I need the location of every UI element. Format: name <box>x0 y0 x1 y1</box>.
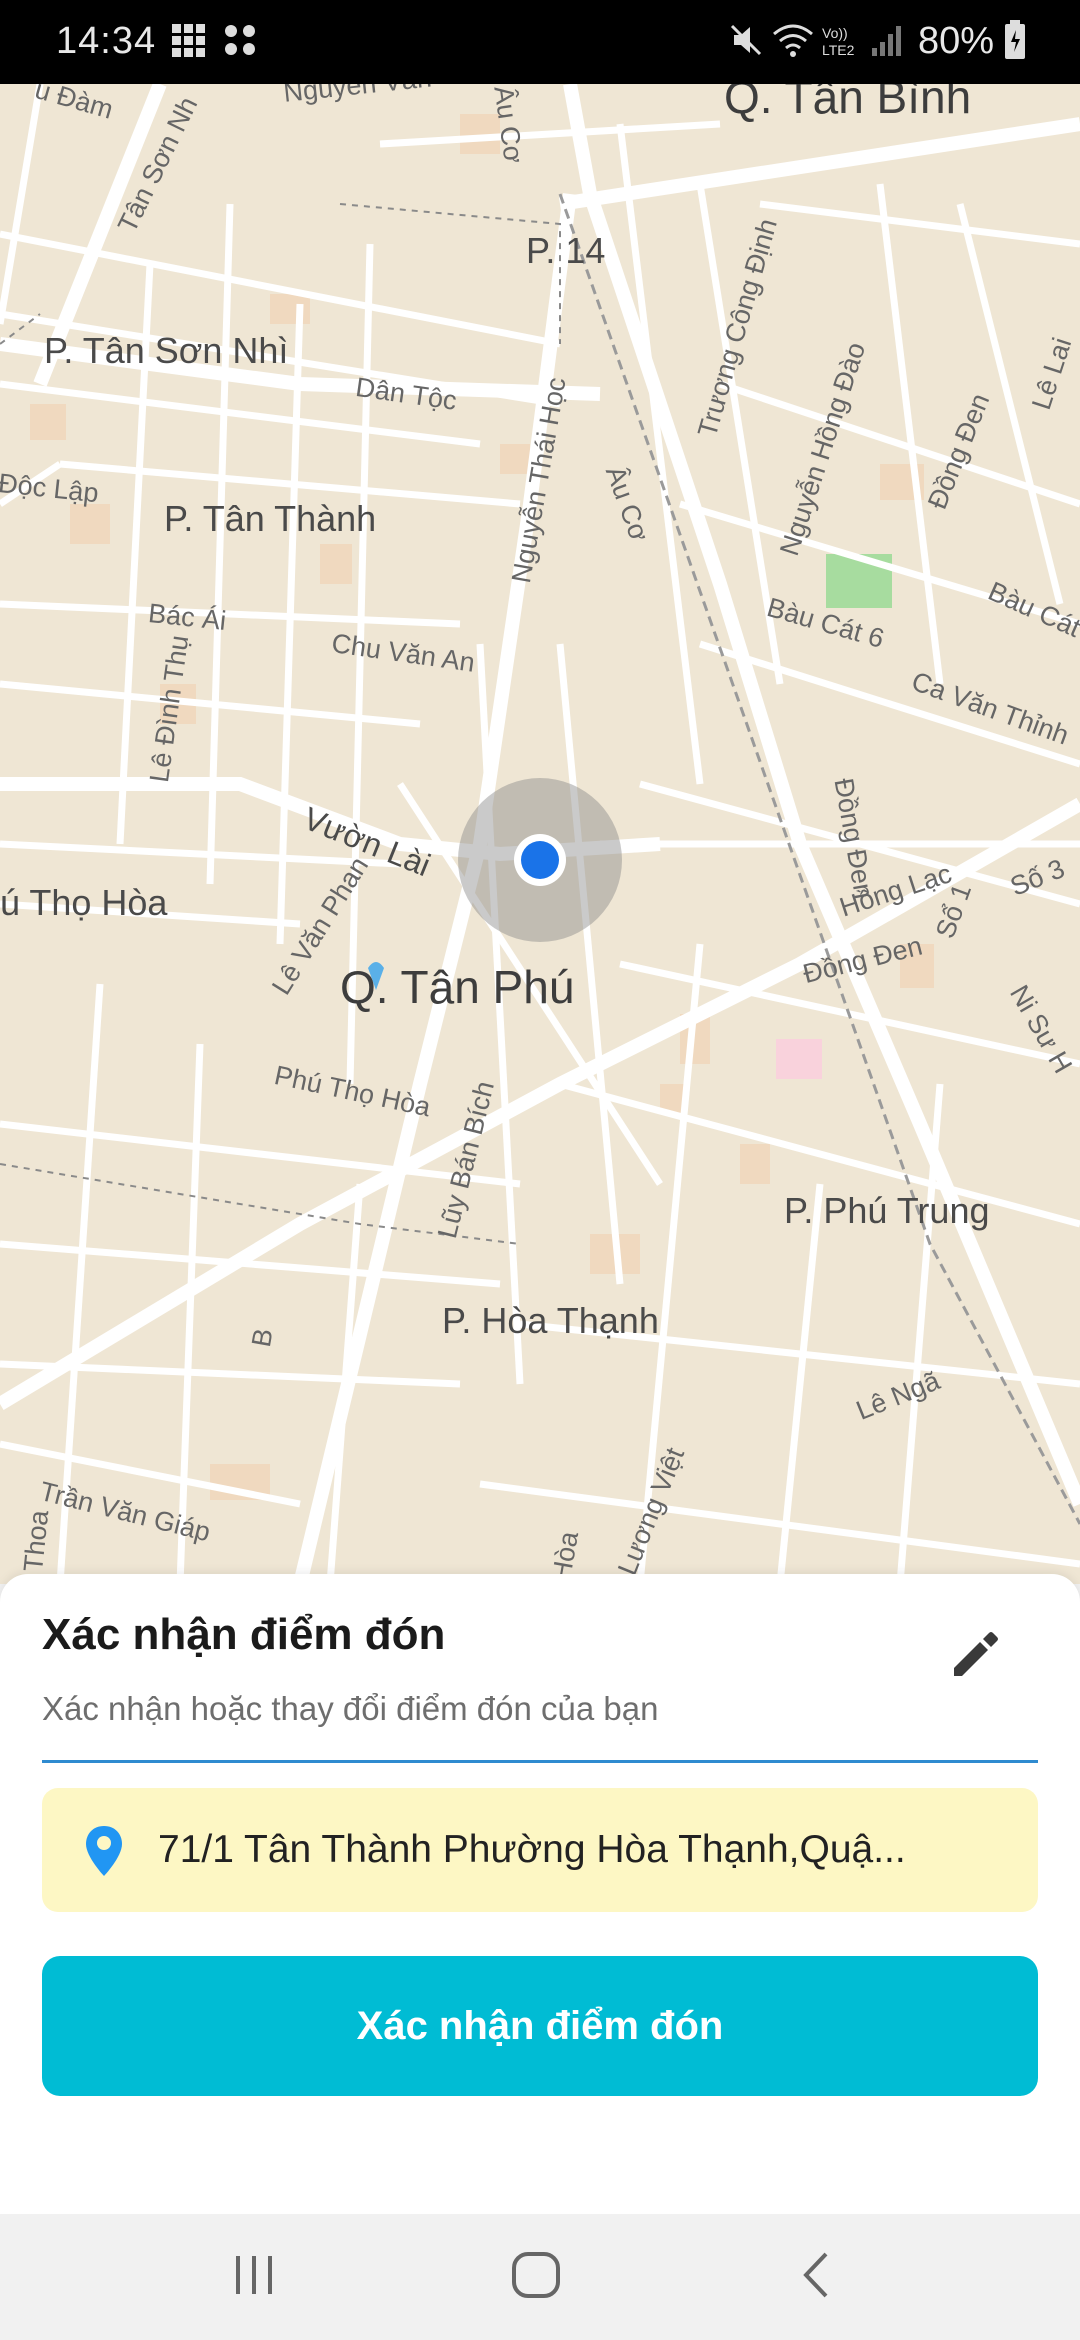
location-pin-icon <box>86 1826 122 1876</box>
svg-text:Vo)): Vo)) <box>822 25 848 41</box>
area-label: P. Tân Sơn Nhì <box>44 330 289 371</box>
area-label: P. Phú Trung <box>784 1190 990 1231</box>
four-dots-icon <box>225 25 255 55</box>
status-bar: 14:34 Vo)) LTE2 80% <box>0 0 1080 84</box>
wifi-icon <box>773 24 813 57</box>
map-streets <box>0 84 1080 1584</box>
district-label: Q. Tân Phú <box>340 961 575 1013</box>
district-label: Q. Tân Bình <box>724 84 972 123</box>
map-view[interactable]: Q. Tân Bình Q. Tân Phú P. 14 P. Tân Sơn … <box>0 84 1080 1584</box>
area-label: P. 14 <box>526 230 606 271</box>
grid-icon <box>172 24 205 57</box>
signal-icon <box>872 26 901 56</box>
pickup-confirm-sheet: Xác nhận điểm đón Xác nhận hoặc thay đổi… <box>0 1574 1080 2214</box>
home-icon[interactable] <box>510 2250 562 2300</box>
sheet-title: Xác nhận điểm đón <box>42 1610 446 1659</box>
sheet-divider <box>42 1760 1038 1763</box>
confirm-pickup-button[interactable]: Xác nhận điểm đón <box>42 1956 1038 2096</box>
pickup-address-field[interactable]: 71/1 Tân Thành Phường Hòa Thạnh,Quậ... <box>42 1788 1038 1912</box>
current-location-marker <box>521 841 559 879</box>
status-time: 14:34 <box>56 20 157 62</box>
street-label: Thoa <box>18 1508 55 1574</box>
mute-icon <box>730 24 762 56</box>
recent-apps-icon[interactable] <box>232 2250 276 2300</box>
pickup-address-text: 71/1 Tân Thành Phường Hòa Thạnh,Quậ... <box>158 1828 906 1871</box>
battery-percent: 80% <box>917 20 994 62</box>
sheet-subtitle: Xác nhận hoặc thay đổi điểm đón của bạn <box>42 1690 659 1727</box>
area-label: P. Hòa Thạnh <box>442 1300 659 1341</box>
volte-lte2-icon: Vo)) LTE2 <box>822 25 855 58</box>
area-label: P. Tân Thành <box>164 498 377 539</box>
battery-icon <box>1005 20 1025 59</box>
area-label: ú Thọ Hòa <box>0 882 168 923</box>
system-nav-bar <box>0 2214 1080 2340</box>
pencil-icon[interactable] <box>940 1620 1010 1690</box>
back-icon[interactable] <box>796 2250 836 2300</box>
svg-text:LTE2: LTE2 <box>822 42 855 58</box>
